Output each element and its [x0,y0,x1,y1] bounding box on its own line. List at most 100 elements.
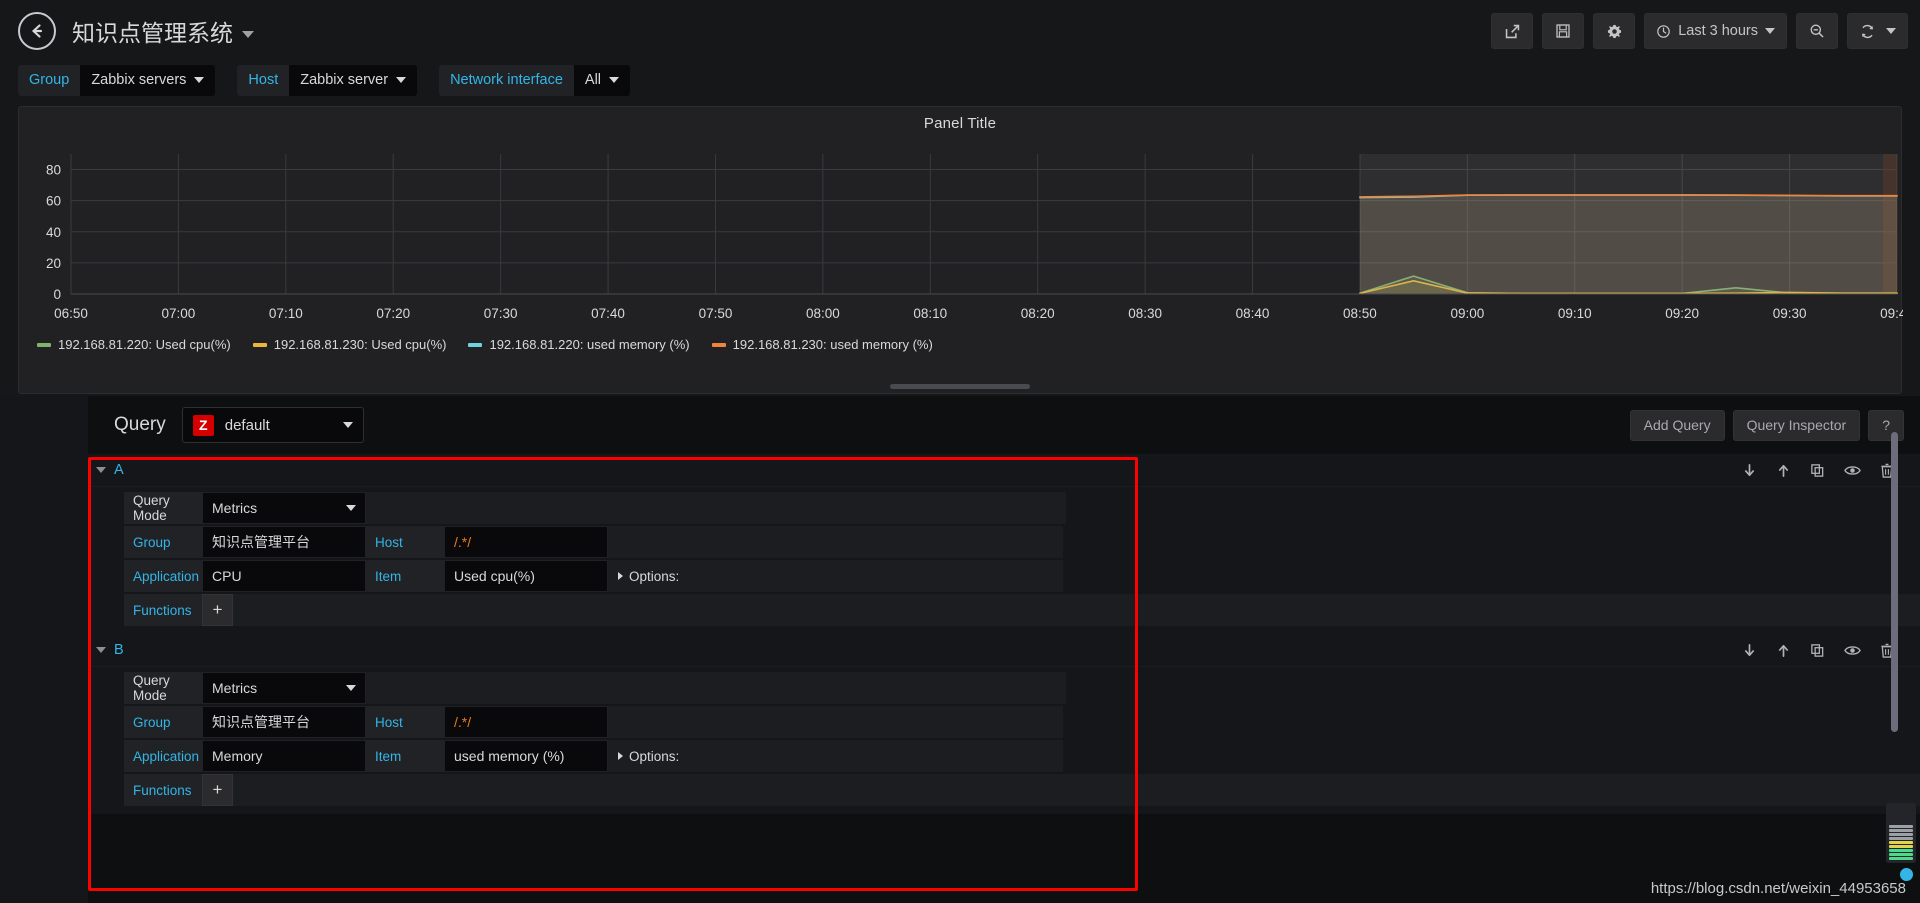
query-mode-select[interactable]: Metrics [202,672,366,704]
legend-color-swatch [252,342,267,347]
host-label: Host [366,526,444,558]
help-button[interactable]: ? [1868,409,1904,441]
query-mode-row-filler [366,672,1066,704]
query-mode-line: Query Mode Metrics [124,492,1920,524]
variable-value-network-interface[interactable]: All [573,64,631,96]
query-mode-select[interactable]: Metrics [202,492,366,524]
item-input[interactable]: Used cpu(%) [444,560,608,592]
save-dashboard-button[interactable] [1542,13,1585,49]
query-ref-id[interactable]: A [114,462,124,478]
zoom-out-button[interactable] [1796,13,1838,49]
share-dashboard-button[interactable] [1491,13,1534,49]
eye-icon [1844,645,1861,655]
move-query-down-button[interactable] [1742,643,1757,658]
legend-item[interactable]: 192.168.81.230: used memory (%) [711,337,933,352]
panel-title[interactable]: Panel Title [19,107,1901,132]
plot-area[interactable]: 0 20 40 60 80 06:50 07:00 07:10 07:20 07:30 07:40 0… [19,132,1914,337]
move-query-up-button[interactable] [1776,463,1791,478]
arrow-up-icon [1778,464,1789,477]
clock-icon [1657,24,1670,38]
svg-text:60: 60 [46,194,61,209]
legend-item[interactable]: 192.168.81.220: used memory (%) [468,337,690,352]
item-input[interactable]: used memory (%) [444,740,608,772]
datasource-picker[interactable]: Z default [181,407,364,443]
refresh-interval-caret-icon[interactable] [1886,28,1896,34]
svg-text:20: 20 [46,256,61,271]
toggle-query-visibility-button[interactable] [1844,643,1861,658]
group-value: 知识点管理平台 [212,714,310,730]
host-value: /.*/ [454,534,472,550]
query-row-header: A [88,454,1920,487]
host-label: Host [366,706,444,738]
dashboard-title-text: 知识点管理系统 [72,20,233,46]
group-host-line: Group 知识点管理平台 Host /.*/ [124,526,1920,558]
query-mode-label: Query Mode [124,672,202,704]
chevron-down-icon [346,685,356,691]
host-input[interactable]: /.*/ [444,526,608,558]
status-dot-indicator [1900,868,1913,881]
group-input[interactable]: 知识点管理平台 [202,706,366,738]
panel-horizontal-scrollbar[interactable] [890,384,1030,389]
add-query-button[interactable]: Add Query [1629,409,1725,441]
legend-item[interactable]: 192.168.81.220: Used cpu(%) [37,337,231,352]
gear-icon [1607,24,1621,38]
svg-text:40: 40 [46,225,61,240]
editor-vertical-scrollbar[interactable] [1891,432,1898,732]
svg-text:08:20: 08:20 [1021,306,1055,321]
duplicate-query-button[interactable] [1810,643,1825,658]
eye-icon [1844,465,1861,475]
item-value: used memory (%) [454,748,565,764]
dashboard-title[interactable]: 知识点管理系统 [72,14,254,48]
item-label: Item [366,740,444,772]
svg-text:07:20: 07:20 [376,306,410,321]
variable-label-host: Host [237,64,290,96]
host-input[interactable]: /.*/ [444,706,608,738]
group-input[interactable]: 知识点管理平台 [202,526,366,558]
query-editor-header: Query Z default Add Query Query Inspecto… [88,396,1920,454]
dashboard-title-caret-icon[interactable] [242,31,254,39]
copy-icon [1811,463,1824,477]
time-range-picker[interactable]: Last 3 hours [1644,13,1787,49]
query-inspector-button[interactable]: Query Inspector [1732,409,1861,441]
dashboard-settings-button[interactable] [1593,13,1636,49]
variable-group: Group Zabbix servers [18,64,216,96]
application-input[interactable]: Memory [202,740,366,772]
collapse-query-caret-icon[interactable] [96,467,106,473]
query-mode-label: Query Mode [124,492,202,524]
legend-series-label: 192.168.81.220: Used cpu(%) [58,337,231,352]
datasource-name: default [224,416,270,434]
refresh-button[interactable] [1847,13,1908,49]
duplicate-query-button[interactable] [1810,463,1825,478]
add-function-button[interactable]: + [202,774,233,806]
legend-series-label: 192.168.81.230: used memory (%) [732,337,933,352]
svg-text:07:10: 07:10 [269,306,303,321]
query-ref-id[interactable]: B [114,642,124,658]
svg-text:09:00: 09:00 [1450,306,1484,321]
legend-item[interactable]: 192.168.81.230: Used cpu(%) [252,337,446,352]
query-row-a: A Query Mode Metrics Group 知识点管理平台 Host … [88,454,1920,634]
svg-text:08:50: 08:50 [1343,306,1377,321]
group-label: Group [124,706,202,738]
query-editor-pane: Query Z default Add Query Query Inspecto… [88,396,1920,903]
application-item-line: Application CPU Item Used cpu(%) Options… [124,560,1920,592]
back-button[interactable] [18,12,56,50]
variable-value-group[interactable]: Zabbix servers [80,64,216,96]
options-toggle[interactable]: Options: [608,560,1063,592]
functions-label: Functions [124,594,202,626]
toggle-query-visibility-button[interactable] [1844,463,1861,478]
collapse-query-caret-icon[interactable] [96,647,106,653]
variable-value-host[interactable]: Zabbix server [289,64,418,96]
move-query-down-button[interactable] [1742,463,1757,478]
query-mode-value: Metrics [212,680,258,696]
svg-text:09:30: 09:30 [1773,306,1807,321]
group-host-row-filler [608,526,1063,558]
add-function-button[interactable]: + [202,594,233,626]
application-input[interactable]: CPU [202,560,366,592]
graph-panel[interactable]: Panel Title 0 20 40 60 80 06:50 07:00 07:10 07:2… [18,106,1914,394]
arrow-up-icon [1778,644,1789,657]
move-query-up-button[interactable] [1776,643,1791,658]
svg-text:07:30: 07:30 [484,306,518,321]
chevron-down-icon [194,77,205,83]
options-toggle[interactable]: Options: [608,740,1063,772]
save-floppy-icon [1556,24,1570,38]
